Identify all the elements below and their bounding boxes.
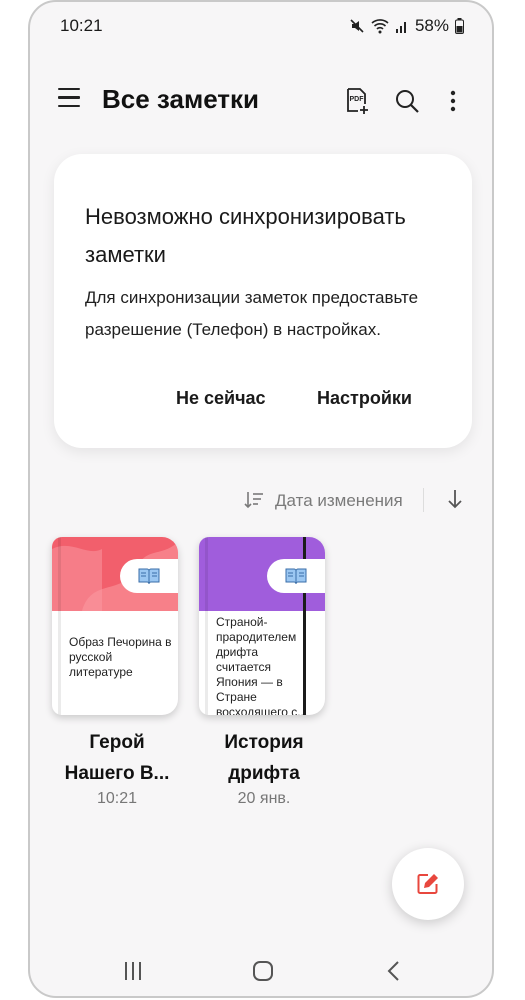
system-nav-bar xyxy=(30,948,492,996)
sort-icon[interactable] xyxy=(244,490,264,515)
sort-divider xyxy=(423,488,424,512)
sort-bar: Дата изменения xyxy=(30,486,492,516)
sync-error-card: Невозможно синхронизировать заметки Для … xyxy=(54,154,472,448)
book-icon xyxy=(267,559,325,593)
sort-direction-arrow-icon[interactable] xyxy=(446,488,464,515)
settings-button[interactable]: Настройки xyxy=(317,388,412,409)
more-options-icon[interactable] xyxy=(438,86,468,116)
svg-text:PDF: PDF xyxy=(350,96,365,103)
status-time: 10:21 xyxy=(60,16,103,35)
search-icon[interactable] xyxy=(392,86,422,116)
battery-percent: 58% xyxy=(414,16,449,35)
compose-icon xyxy=(417,874,438,894)
status-bar: 10:21 58% xyxy=(30,2,492,50)
recent-apps-icon[interactable] xyxy=(122,960,144,987)
menu-icon[interactable] xyxy=(58,88,80,110)
note-item[interactable]: Образ Печорина в русской литературе Геро… xyxy=(52,537,182,808)
note-title: История дрифта xyxy=(224,732,304,784)
new-note-button[interactable] xyxy=(392,848,464,920)
sync-card-body: Для синхронизации заметок предоставьте р… xyxy=(85,288,419,339)
note-cover: Образ Печорина в русской литературе xyxy=(52,537,178,715)
note-date: 20 янв. xyxy=(237,790,291,807)
status-icons: 58% xyxy=(349,16,464,36)
page-title: Все заметки xyxy=(102,84,260,114)
note-cover: Страной-прародителем дрифта считается Яп… xyxy=(199,537,325,715)
battery-icon xyxy=(455,18,464,34)
app-bar: Все заметки PDF xyxy=(30,74,492,130)
home-icon[interactable] xyxy=(252,960,274,987)
signal-icon xyxy=(395,19,409,33)
sync-card-title: Невозможно синхронизировать заметки xyxy=(85,204,406,267)
wifi-icon xyxy=(371,18,389,34)
not-now-button[interactable]: Не сейчас xyxy=(176,388,266,409)
mute-icon xyxy=(349,18,365,34)
pdf-add-icon[interactable]: PDF xyxy=(342,86,372,116)
cover-spine xyxy=(58,537,61,715)
book-icon xyxy=(120,559,178,593)
note-date: 10:21 xyxy=(96,790,138,807)
sort-label[interactable]: Дата изменения xyxy=(275,491,403,511)
note-preview-text: Образ Печорина в русской литературе xyxy=(69,635,172,679)
note-title: Герой Нашего В... xyxy=(64,732,170,784)
cover-spine xyxy=(205,537,208,715)
note-preview-text: Страной-прародителем дрифта считается Яп… xyxy=(216,615,308,715)
note-item[interactable]: Страной-прародителем дрифта считается Яп… xyxy=(199,537,329,808)
phone-frame: 10:21 58% Все заметки PDF Невозможно син… xyxy=(28,0,494,998)
back-icon[interactable] xyxy=(386,960,400,987)
